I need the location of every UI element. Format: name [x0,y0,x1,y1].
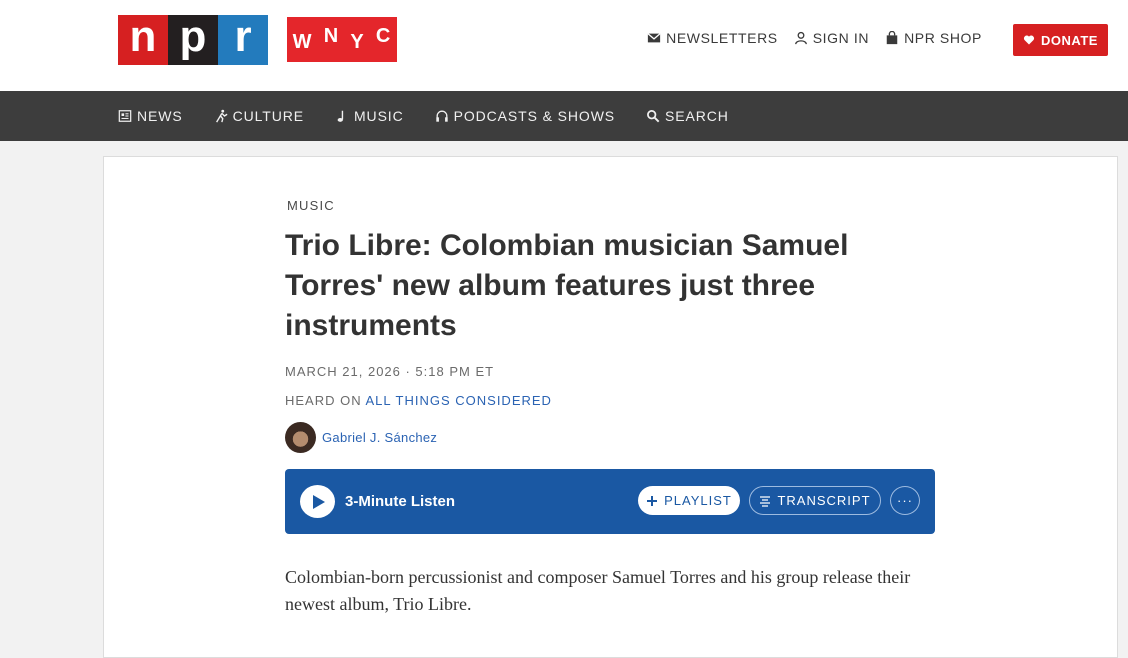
author-link[interactable]: Gabriel J. Sánchez [322,430,437,445]
playlist-label: PLAYLIST [664,493,732,508]
heard-on-prefix: HEARD ON [285,393,366,408]
donate-label: DONATE [1041,32,1098,48]
search-icon [647,110,660,123]
nav-label-news: NEWS [137,108,183,124]
utility-nav: NEWSLETTERS SIGN IN NPR SHOP [647,30,982,46]
transcript-label: TRANSCRIPT [777,493,871,508]
npr-logo-n: n [118,15,168,65]
npr-shop-link[interactable]: NPR SHOP [885,30,982,46]
nav-item-search[interactable]: SEARCH [646,108,729,124]
nav-item-news[interactable]: NEWS [118,108,183,124]
play-icon [313,494,325,509]
wnyc-logo-w: W [292,31,313,53]
nav-label-music: MUSIC [354,108,404,124]
article-slug[interactable]: MUSIC [287,198,335,213]
listen-duration-label: 3-Minute Listen [345,493,456,510]
plus-icon [647,495,658,506]
nav-item-culture[interactable]: CULTURE [214,108,304,124]
wnyc-logo-c: C [375,25,392,47]
news-icon [118,110,132,122]
user-icon [794,31,807,45]
newsletters-label: NEWSLETTERS [666,30,778,46]
newsletters-link[interactable]: NEWSLETTERS [647,30,778,46]
culture-icon [215,109,228,123]
wnyc-logo-y: Y [350,31,365,53]
heard-on-show-link[interactable]: ALL THINGS CONSIDERED [366,393,552,408]
nav-label-podcasts-shows: PODCASTS & SHOWS [453,108,616,124]
transcript-button[interactable]: TRANSCRIPT [749,486,881,515]
author-avatar[interactable] [285,422,316,453]
npr-logo-p: p [168,15,218,65]
site-header: n p r W N Y C NEWSLETTERS SIGN IN NPR SH… [0,0,1128,91]
transcript-icon [760,495,771,507]
nav-item-music[interactable]: MUSIC [335,108,404,124]
wnyc-logo[interactable]: W N Y C [287,17,397,62]
bag-icon [886,31,898,45]
nav-label-search: SEARCH [665,108,729,124]
audio-player: 3-Minute Listen PLAYLIST TRANSCRIPT ··· [285,469,935,534]
nav-label-culture: CULTURE [232,108,304,124]
heard-on: HEARD ON ALL THINGS CONSIDERED [285,393,552,408]
mail-icon [647,33,661,43]
heart-icon [1023,35,1035,45]
article-dateline: MARCH 21, 2026 · 5:18 PM ET [285,364,495,379]
main-nav: NEWS CULTURE MUSIC PODCASTS & SHOWS SEAR… [0,91,1128,141]
wnyc-logo-n: N [323,25,340,47]
npr-logo[interactable]: n p r [118,15,268,65]
more-options-button[interactable]: ··· [890,486,920,515]
byline: Gabriel J. Sánchez [285,422,437,453]
play-button[interactable] [300,485,335,518]
npr-shop-label: NPR SHOP [904,30,982,46]
donate-button[interactable]: DONATE [1013,24,1108,56]
sign-in-link[interactable]: SIGN IN [794,30,869,46]
music-note-icon [337,110,344,122]
article-body-paragraph: Colombian-born percussionist and compose… [285,567,911,614]
add-to-playlist-button[interactable]: PLAYLIST [638,486,740,515]
article-headline: Trio Libre: Colombian musician Samuel To… [285,229,849,342]
more-options-icon: ··· [897,493,913,508]
npr-logo-r: r [218,15,268,65]
nav-item-podcasts-shows[interactable]: PODCASTS & SHOWS [435,108,615,124]
sign-in-label: SIGN IN [812,30,870,46]
headphones-icon [435,110,448,122]
